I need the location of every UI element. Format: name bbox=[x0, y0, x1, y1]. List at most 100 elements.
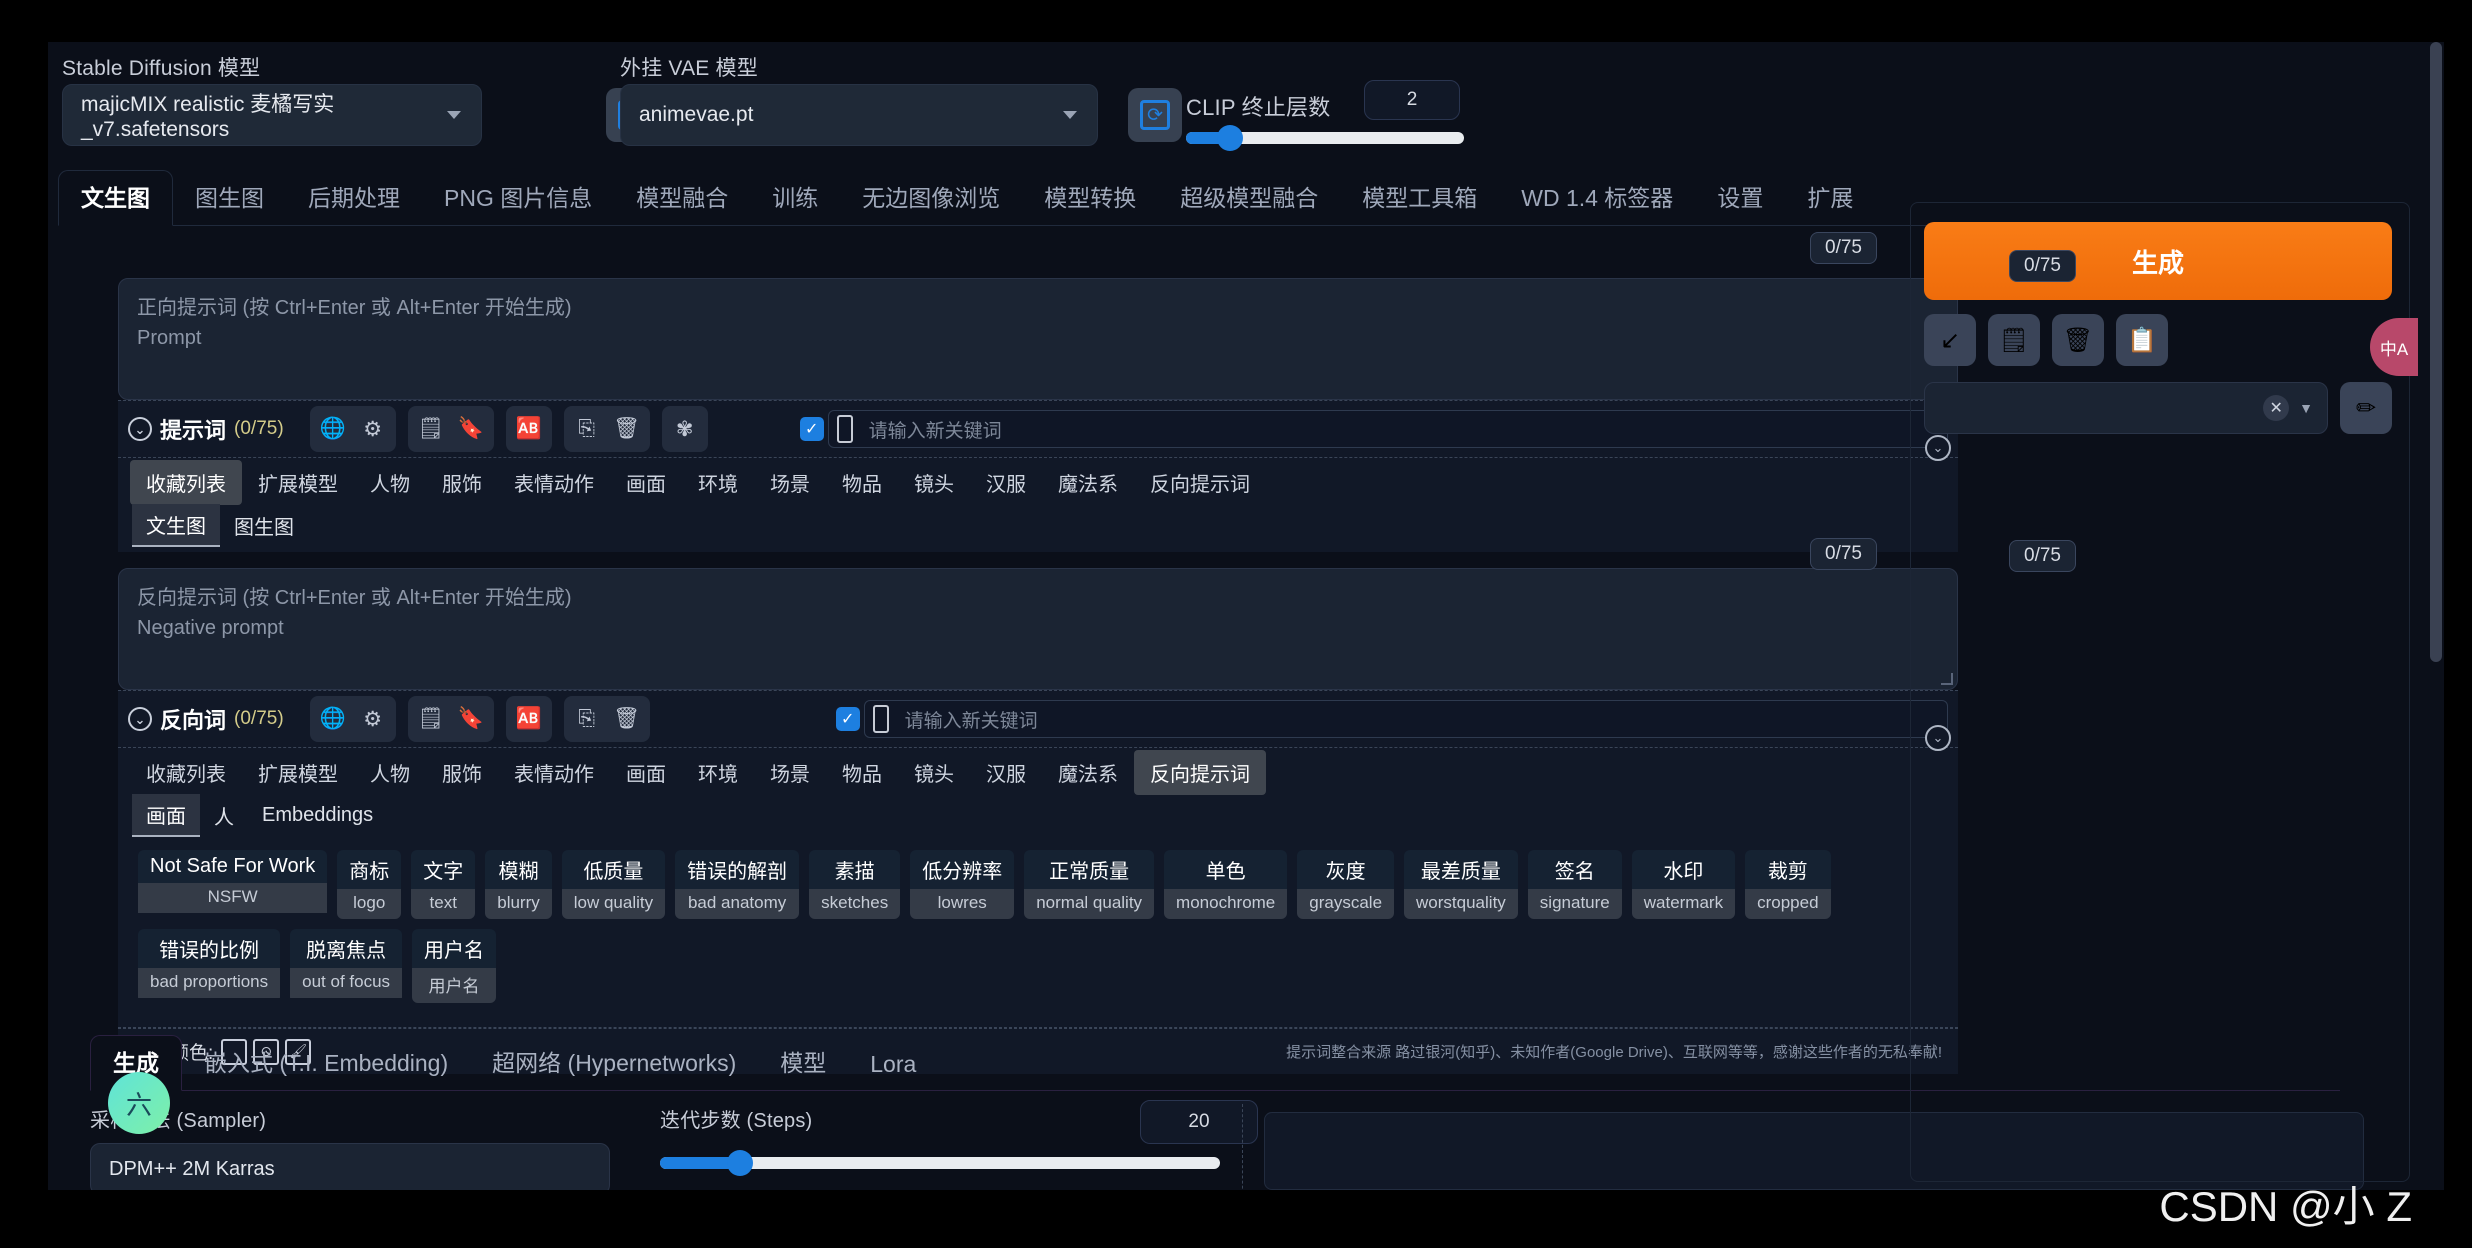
tag-bad-anatomy[interactable]: 错误的解剖 bad anatomy bbox=[675, 850, 800, 919]
tab-settings[interactable]: 设置 bbox=[1695, 171, 1785, 225]
tag-blurry[interactable]: 模糊 blurry bbox=[485, 850, 552, 919]
tag-cropped[interactable]: 裁剪 cropped bbox=[1745, 850, 1831, 919]
history-icon[interactable]: 🗒 bbox=[412, 410, 450, 448]
translate-ab-icon[interactable]: 🆎 bbox=[510, 700, 548, 738]
scrollbar-thumb[interactable] bbox=[2430, 42, 2442, 662]
gear-icon[interactable]: ⚙ bbox=[354, 410, 392, 448]
vae-refresh-button[interactable]: ⟳ bbox=[1128, 88, 1182, 142]
clip-skip-slider-knob[interactable] bbox=[1217, 125, 1243, 151]
category-tab-magic[interactable]: 魔法系 bbox=[1042, 460, 1134, 505]
tab-train[interactable]: 训练 bbox=[750, 171, 840, 225]
gentab-lora[interactable]: Lora bbox=[848, 1043, 938, 1090]
steps-slider-knob[interactable] bbox=[727, 1150, 753, 1176]
openai-icon[interactable]: ✾ bbox=[666, 410, 704, 448]
tag-out-of-focus[interactable]: 脱离焦点 out of focus bbox=[290, 929, 403, 1003]
tab-model-toolkit[interactable]: 模型工具箱 bbox=[1340, 171, 1499, 225]
sd-model-dropdown[interactable]: majicMIX realistic 麦橘写实_v7.safetensors bbox=[62, 84, 482, 146]
globe-icon[interactable]: 🌐 bbox=[314, 700, 352, 738]
tab-wd14-tagger[interactable]: WD 1.4 标签器 bbox=[1499, 171, 1695, 225]
translate-ab-icon[interactable]: 🆎 bbox=[510, 410, 548, 448]
steps-value[interactable]: 20 bbox=[1140, 1100, 1258, 1144]
chevron-down-icon[interactable]: ▼ bbox=[2299, 400, 2313, 416]
copy-icon[interactable]: ⎘ bbox=[568, 410, 606, 448]
tab-supermerger[interactable]: 超级模型融合 bbox=[1158, 171, 1340, 225]
tab-txt2img[interactable]: 文生图 bbox=[58, 170, 173, 226]
clip-skip-slider[interactable] bbox=[1186, 125, 1464, 151]
category-tab-negative[interactable]: 反向提示词 bbox=[1134, 460, 1266, 505]
neg-category-tab-extensions[interactable]: 扩展模型 bbox=[242, 750, 354, 795]
chevron-down-icon[interactable]: ⌄ bbox=[128, 417, 152, 441]
neg-category-tab-magic[interactable]: 魔法系 bbox=[1042, 750, 1134, 795]
sampler-dropdown[interactable]: DPM++ 2M Karras bbox=[90, 1143, 610, 1195]
neg-category-tab-favorites[interactable]: 收藏列表 bbox=[130, 750, 242, 795]
clipboard-icon[interactable]: 📋 bbox=[2116, 314, 2168, 366]
tag-nsfw[interactable]: Not Safe For Work NSFW bbox=[138, 850, 328, 919]
gear-icon[interactable]: ⚙ bbox=[354, 700, 392, 738]
category-tab-character[interactable]: 人物 bbox=[354, 460, 426, 505]
prompt-toolbar-title[interactable]: ⌄ 提示词 (0/75) bbox=[128, 413, 284, 445]
tab-png-info[interactable]: PNG 图片信息 bbox=[422, 171, 614, 225]
tag-watermark[interactable]: 水印 watermark bbox=[1631, 850, 1736, 919]
clip-skip-value[interactable]: 2 bbox=[1364, 80, 1460, 120]
category-tab-scene[interactable]: 场景 bbox=[754, 460, 826, 505]
neg-category-tab-character[interactable]: 人物 bbox=[354, 750, 426, 795]
clear-x-icon[interactable]: ✕ bbox=[2263, 395, 2290, 421]
tab-model-converter[interactable]: 模型转换 bbox=[1022, 171, 1158, 225]
gentab-hypernetworks[interactable]: 超网络 (Hypernetworks) bbox=[470, 1036, 758, 1090]
copy-icon[interactable]: ⎘ bbox=[568, 700, 606, 738]
tag-sketches[interactable]: 素描 sketches bbox=[809, 850, 901, 919]
pencil-icon[interactable]: ✏ bbox=[2340, 382, 2392, 434]
neg-category-tab-camera[interactable]: 镜头 bbox=[898, 750, 970, 795]
tab-extensions[interactable]: 扩展 bbox=[1785, 171, 1875, 225]
tab-checkpoint-merger[interactable]: 模型融合 bbox=[614, 171, 750, 225]
category-tab-picture[interactable]: 画面 bbox=[610, 460, 682, 505]
trash-icon[interactable]: 🗑 bbox=[608, 410, 646, 448]
category-tab-extensions[interactable]: 扩展模型 bbox=[242, 460, 354, 505]
steps-slider[interactable] bbox=[660, 1150, 1220, 1176]
tab-infinite-browsing[interactable]: 无边图像浏览 bbox=[840, 171, 1022, 225]
tag-low-quality[interactable]: 低质量 low quality bbox=[561, 850, 666, 919]
neg-category-tab-expression[interactable]: 表情动作 bbox=[498, 750, 610, 795]
tag-lowres[interactable]: 低分辨率 lowres bbox=[910, 850, 1015, 919]
prompt-keyword-checkbox[interactable]: ✓ bbox=[799, 417, 824, 441]
negative-keyword-checkbox[interactable]: ✓ bbox=[835, 707, 860, 731]
category-tab-camera[interactable]: 镜头 bbox=[898, 460, 970, 505]
vae-model-dropdown[interactable]: animevae.pt bbox=[620, 84, 1098, 146]
subtab-img2img[interactable]: 图生图 bbox=[220, 505, 308, 546]
bookmark-icon[interactable]: 🔖 bbox=[452, 700, 490, 738]
subtab-txt2img[interactable]: 文生图 bbox=[132, 503, 220, 547]
tag-logo[interactable]: 商标 logo bbox=[337, 850, 402, 919]
neg-category-tab-object[interactable]: 物品 bbox=[826, 750, 898, 795]
chevron-down-icon[interactable]: ⌄ bbox=[128, 707, 152, 731]
trash-bin-icon[interactable]: 🗑 bbox=[2052, 314, 2104, 366]
negative-prompt-textarea[interactable]: 反向提示词 (按 Ctrl+Enter 或 Alt+Enter 开始生成) Ne… bbox=[118, 568, 1958, 690]
globe-icon[interactable]: 🌐 bbox=[314, 410, 352, 448]
tag-monochrome[interactable]: 单色 monochrome bbox=[1164, 850, 1288, 919]
gentab-checkpoints[interactable]: 模型 bbox=[758, 1036, 848, 1090]
bookmark-icon[interactable]: 🔖 bbox=[452, 410, 490, 448]
tag-normal-quality[interactable]: 正常质量 normal quality bbox=[1024, 850, 1155, 919]
tag-grayscale[interactable]: 灰度 grayscale bbox=[1297, 850, 1395, 919]
category-tab-hanfu[interactable]: 汉服 bbox=[970, 460, 1042, 505]
category-tab-object[interactable]: 物品 bbox=[826, 460, 898, 505]
negative-keyword-input[interactable]: 请输入新关键词 ⌄ bbox=[863, 700, 1951, 751]
style-dropdown[interactable]: ✕ ▼ bbox=[1924, 382, 2328, 434]
tab-img2img[interactable]: 图生图 bbox=[173, 171, 286, 225]
tag-bad-proportions[interactable]: 错误的比例 bad proportions bbox=[138, 929, 281, 1003]
prompt-keyword-input[interactable]: 请输入新关键词 ⌄ bbox=[827, 410, 1951, 461]
page-scrollbar[interactable] bbox=[2430, 42, 2442, 1190]
negative-toolbar-title[interactable]: ⌄ 反向词 (0/75) bbox=[128, 703, 284, 735]
tab-extras[interactable]: 后期处理 bbox=[286, 171, 422, 225]
gentab-embeddings[interactable]: 嵌入式 (T.I. Embedding) bbox=[182, 1036, 470, 1090]
generate-button[interactable]: 生成 bbox=[1924, 222, 2392, 300]
neg-subtab-person[interactable]: 人 bbox=[200, 795, 248, 836]
avatar[interactable]: 六 bbox=[108, 1072, 170, 1134]
category-tab-environment[interactable]: 环境 bbox=[682, 460, 754, 505]
trash-icon[interactable]: 🗑 bbox=[608, 700, 646, 738]
notepad-icon[interactable]: 🗒 bbox=[1988, 314, 2040, 366]
neg-category-tab-scene[interactable]: 场景 bbox=[754, 750, 826, 795]
category-tab-favorites[interactable]: 收藏列表 bbox=[130, 459, 242, 505]
arrow-down-left-icon[interactable]: ↙ bbox=[1924, 314, 1976, 366]
tag-username[interactable]: 用户名 用户名 bbox=[412, 929, 497, 1003]
category-tab-expression[interactable]: 表情动作 bbox=[498, 460, 610, 505]
